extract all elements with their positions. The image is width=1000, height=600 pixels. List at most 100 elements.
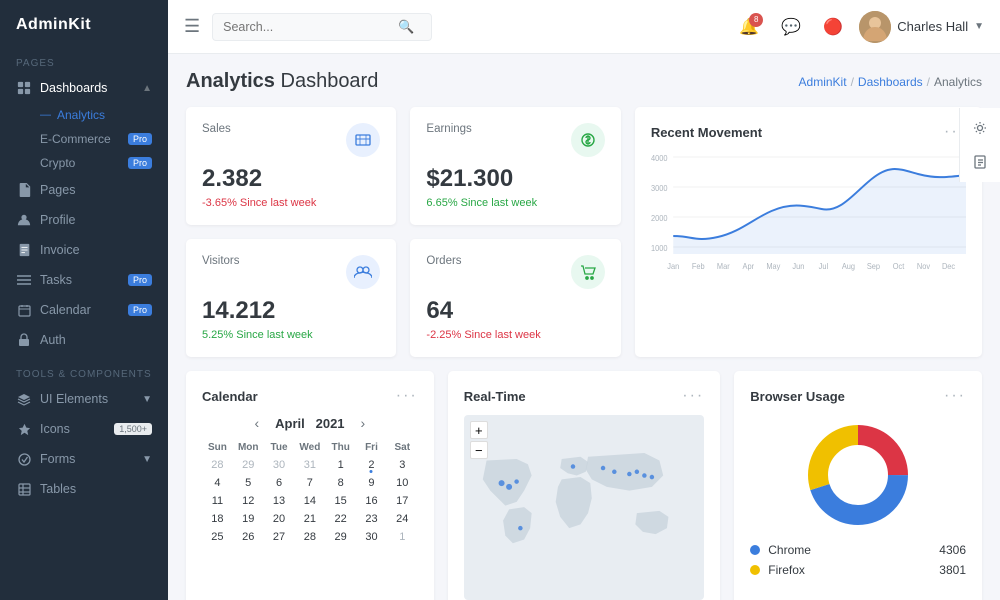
- cal-cell[interactable]: 30: [356, 528, 387, 546]
- svg-text:Jun: Jun: [792, 262, 804, 271]
- stats-chart-row: Sales 2.382 -3.65% Since last week Earni…: [186, 107, 982, 357]
- recent-movement-card: Recent Movement ··· 4000 3000 2000 1000: [635, 107, 982, 357]
- cal-cell[interactable]: 7: [294, 474, 325, 492]
- user-chevron-icon: ▼: [974, 21, 984, 32]
- cal-cell[interactable]: 31: [294, 456, 325, 474]
- sidebar-item-pages[interactable]: Pages: [0, 175, 168, 205]
- cal-cell[interactable]: 18: [202, 510, 233, 528]
- bottom-row: Calendar ··· ‹ April 2021 › Sun Mon Tue …: [186, 371, 982, 600]
- sidebar-item-crypto[interactable]: Crypto Pro: [24, 151, 168, 175]
- cal-header-tue: Tue: [264, 439, 295, 456]
- notifications-button[interactable]: 🔔 8: [733, 11, 765, 43]
- svg-text:Oct: Oct: [893, 262, 905, 271]
- header-right: 🔔 8 💬 🔴 Charles Hall ▼: [733, 11, 984, 43]
- user-menu[interactable]: Charles Hall ▼: [859, 11, 984, 43]
- brand: AdminKit: [0, 0, 168, 50]
- hamburger-button[interactable]: ☰: [184, 16, 200, 37]
- sidebar-item-tasks[interactable]: Tasks Pro: [0, 265, 168, 295]
- cal-cell[interactable]: 13: [264, 492, 295, 510]
- cal-cell[interactable]: 3: [387, 456, 418, 474]
- cal-cell[interactable]: 9: [356, 474, 387, 492]
- sidebar-item-icons[interactable]: Icons 1,500+: [0, 414, 168, 444]
- cal-cell[interactable]: 2: [356, 456, 387, 474]
- cal-cell[interactable]: 10: [387, 474, 418, 492]
- cal-cell[interactable]: 26: [233, 528, 264, 546]
- search-input[interactable]: [223, 20, 398, 34]
- cal-cell[interactable]: 29: [325, 528, 356, 546]
- cal-cell[interactable]: 16: [356, 492, 387, 510]
- sidebar-section-tools: Tools & Components: [0, 359, 168, 384]
- visitors-value: 14.212: [202, 297, 380, 325]
- browser-usage-dots[interactable]: ···: [944, 387, 966, 405]
- cal-cell[interactable]: 11: [202, 492, 233, 510]
- cal-cell[interactable]: 25: [202, 528, 233, 546]
- sidebar-item-profile[interactable]: Profile: [0, 205, 168, 235]
- calendar-dots[interactable]: ···: [396, 387, 418, 405]
- breadcrumb-adminkit[interactable]: AdminKit: [799, 75, 847, 89]
- sidebar-item-ecommerce[interactable]: E-Commerce Pro: [24, 127, 168, 151]
- cal-cell[interactable]: 29: [233, 456, 264, 474]
- map-zoom-out[interactable]: −: [470, 441, 488, 459]
- cal-next-btn[interactable]: ›: [361, 415, 366, 431]
- sidebar-item-dashboards[interactable]: Dashboards ▲: [0, 73, 168, 103]
- calendar-grid: Sun Mon Tue Wed Thu Fri Sat 282930311234…: [202, 439, 418, 546]
- calendar-card: Calendar ··· ‹ April 2021 › Sun Mon Tue …: [186, 371, 434, 600]
- sidebar-item-ui-elements[interactable]: UI Elements ▼: [0, 384, 168, 414]
- svg-text:Nov: Nov: [917, 262, 930, 271]
- svg-text:Jan: Jan: [667, 262, 679, 271]
- firefox-label: Firefox: [768, 563, 931, 577]
- cal-cell[interactable]: 15: [325, 492, 356, 510]
- cal-cell[interactable]: 30: [264, 456, 295, 474]
- cal-cell[interactable]: 22: [325, 510, 356, 528]
- svg-text:Jul: Jul: [818, 262, 828, 271]
- sales-icon: [346, 123, 380, 157]
- alerts-button[interactable]: 🔴: [817, 11, 849, 43]
- sidebar-item-forms[interactable]: Forms ▼: [0, 444, 168, 474]
- cal-cell[interactable]: 27: [264, 528, 295, 546]
- cal-cell[interactable]: 5: [233, 474, 264, 492]
- sales-label: Sales: [202, 123, 231, 135]
- crypto-label: Crypto: [40, 156, 128, 170]
- file-icon: [16, 182, 32, 198]
- realtime-dots[interactable]: ···: [682, 387, 704, 405]
- pro-badge-tasks: Pro: [128, 274, 152, 286]
- sidebar-item-tables[interactable]: Tables: [0, 474, 168, 504]
- sidebar-item-auth[interactable]: Auth: [0, 325, 168, 355]
- cal-cell[interactable]: 12: [233, 492, 264, 510]
- cal-cell[interactable]: 23: [356, 510, 387, 528]
- cal-cell[interactable]: 14: [294, 492, 325, 510]
- breadcrumb-dashboards[interactable]: Dashboards: [858, 75, 923, 89]
- cal-cell[interactable]: 1: [387, 528, 418, 546]
- page-title: Analytics Dashboard: [186, 70, 378, 93]
- messages-button[interactable]: 💬: [775, 11, 807, 43]
- sidebar-item-analytics[interactable]: — Analytics: [24, 103, 168, 127]
- cal-cell[interactable]: 19: [233, 510, 264, 528]
- realtime-card: Real-Time ··· + −: [448, 371, 721, 600]
- legend-chrome: Chrome 4306: [750, 543, 966, 557]
- cal-cell[interactable]: 1: [325, 456, 356, 474]
- auth-label: Auth: [40, 333, 66, 347]
- sidebar-item-calendar[interactable]: Calendar Pro: [0, 295, 168, 325]
- cal-cell[interactable]: 24: [387, 510, 418, 528]
- cal-cell[interactable]: 6: [264, 474, 295, 492]
- map-zoom-in[interactable]: +: [470, 421, 488, 439]
- cal-prev-btn[interactable]: ‹: [255, 415, 260, 431]
- cal-cell[interactable]: 28: [294, 528, 325, 546]
- cal-cell[interactable]: 21: [294, 510, 325, 528]
- cal-cell[interactable]: 4: [202, 474, 233, 492]
- cal-cell[interactable]: 20: [264, 510, 295, 528]
- calendar-card-title: Calendar: [202, 389, 258, 404]
- cal-cell[interactable]: 28: [202, 456, 233, 474]
- firefox-dot: [750, 565, 760, 575]
- chevron-up-icon: ▲: [142, 83, 152, 94]
- chrome-label: Chrome: [768, 543, 931, 557]
- page-title-prefix: Analytics: [186, 70, 275, 92]
- cal-cell[interactable]: 17: [387, 492, 418, 510]
- sidebar: AdminKit Pages Dashboards ▲ — Analytics …: [0, 0, 168, 600]
- stat-card-orders: Orders 64 -2.25% Since last week: [410, 239, 620, 357]
- settings-panel-btn[interactable]: [966, 114, 994, 142]
- book-panel-btn[interactable]: [966, 148, 994, 176]
- cal-cell[interactable]: 8: [325, 474, 356, 492]
- main-area: ☰ 🔍 🔔 8 💬 🔴 Charles Hall ▼: [168, 0, 1000, 600]
- sidebar-item-invoice[interactable]: Invoice: [0, 235, 168, 265]
